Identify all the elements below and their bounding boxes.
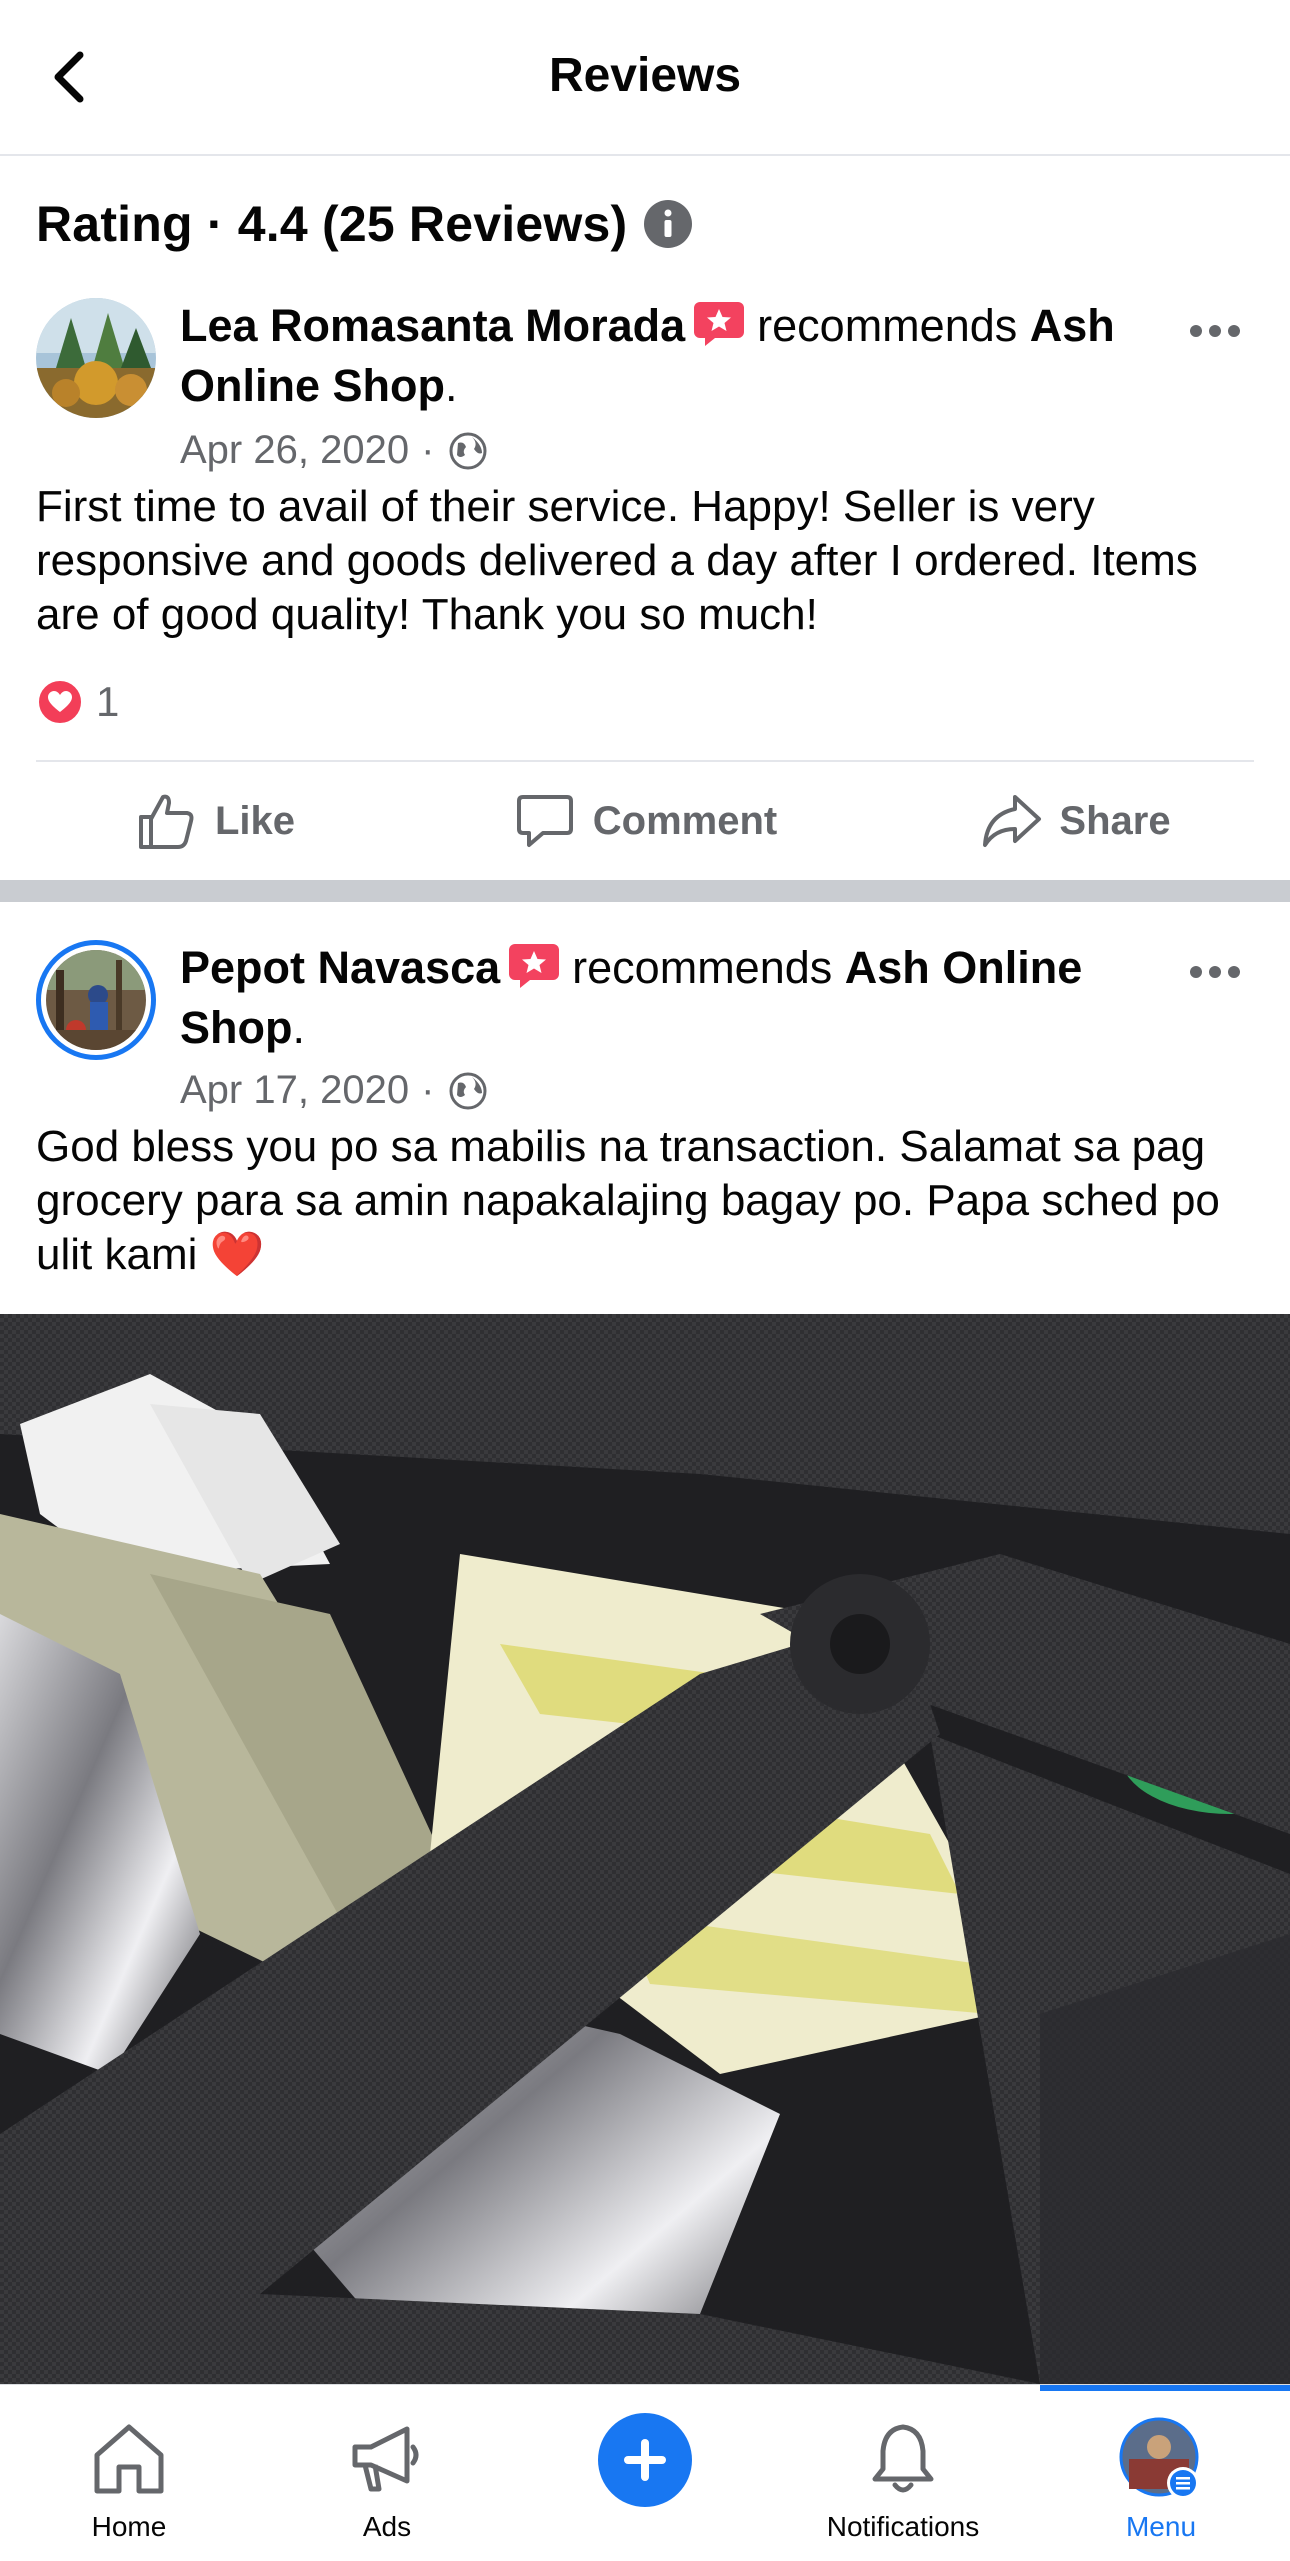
review-date-line: Apr 17, 2020 ·: [180, 1068, 488, 1113]
tab-notifications[interactable]: Notifications: [774, 2385, 1032, 2561]
tab-home-label: Home: [91, 2511, 167, 2542]
recommend-verb: recommends: [572, 942, 833, 993]
avatar[interactable]: [36, 940, 156, 1060]
megaphone-icon: [345, 2417, 429, 2501]
heart-emoji: ❤️: [209, 1230, 265, 1279]
review-text: God bless you po sa mabilis na transacti…: [36, 1120, 1256, 1282]
more-options-button[interactable]: [1180, 952, 1250, 992]
menu-icon: [1119, 2417, 1203, 2501]
tab-ads[interactable]: Ads: [258, 2385, 516, 2561]
globe-icon: [449, 1072, 487, 1109]
home-icon: [87, 2417, 171, 2501]
more-icon: [1190, 966, 1202, 978]
tab-menu[interactable]: Menu: [1032, 2385, 1290, 2561]
review-card: Pepot Navasca recommends Ash Online Shop.…: [0, 0, 1290, 2384]
dot-separator: ·: [421, 1068, 435, 1112]
tab-home[interactable]: Home: [0, 2385, 258, 2561]
tab-notifications-label: Notifications: [826, 2511, 980, 2542]
review-headline: Pepot Navasca recommends Ash Online Shop.: [180, 942, 1083, 1053]
review-photo[interactable]: [0, 1314, 1290, 2384]
bottom-tab-bar: Home Ads Notifications Menu: [0, 2384, 1290, 2561]
tab-ads-label: Ads: [362, 2511, 412, 2542]
review-date[interactable]: Apr 17, 2020: [180, 1068, 409, 1113]
bell-icon: [861, 2417, 945, 2501]
tab-create[interactable]: [516, 2385, 774, 2561]
reviewer-name[interactable]: Pepot Navasca: [180, 942, 500, 993]
recommend-star-icon: [509, 944, 560, 988]
tab-menu-label: Menu: [1125, 2511, 1197, 2542]
plus-icon: [598, 2413, 692, 2507]
